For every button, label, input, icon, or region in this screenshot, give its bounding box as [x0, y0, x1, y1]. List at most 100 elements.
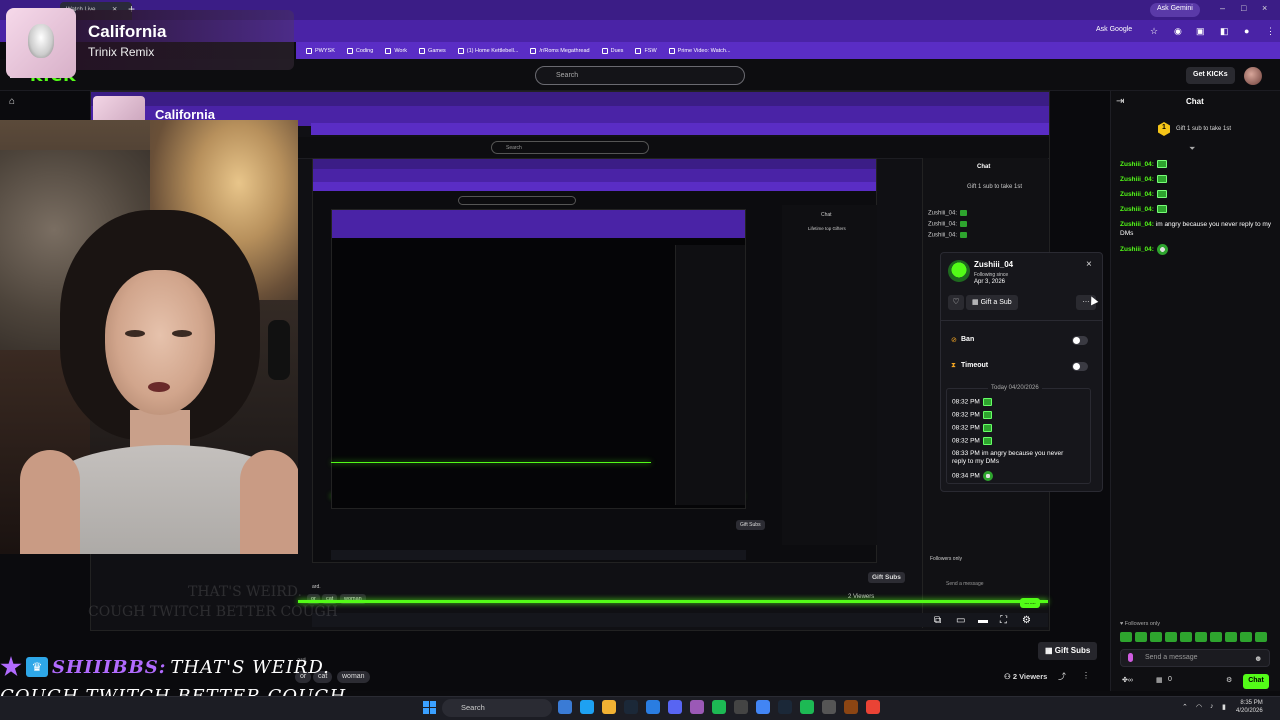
emote-icon[interactable] [1120, 632, 1132, 642]
minimize-icon[interactable]: – [1220, 3, 1225, 13]
more-icon[interactable]: ⋮ [1082, 671, 1090, 680]
bookmark[interactable]: Coding [346, 47, 373, 54]
log-entry: 08:32 PM [952, 437, 992, 445]
chat-username[interactable]: Zushiii_04: [1120, 191, 1154, 198]
emote-icon[interactable] [1150, 632, 1162, 642]
steam-icon[interactable] [778, 700, 792, 714]
taskbar-search[interactable]: Search [442, 699, 552, 717]
app-icon[interactable] [690, 700, 704, 714]
streamer-arm [240, 450, 298, 554]
profile-icon[interactable]: ● [1244, 26, 1249, 36]
chat-username[interactable]: Zushiii_04: [1120, 176, 1154, 183]
bookmark[interactable]: Dues [601, 47, 623, 54]
popup-username[interactable]: Zushiii_04 [974, 260, 1013, 269]
chat-send-button[interactable]: Chat [1243, 674, 1269, 689]
puzzle-icon[interactable]: ▣ [1196, 26, 1205, 37]
bookmark[interactable]: Prime Video: Watch... [668, 47, 731, 54]
share-icon[interactable]: ⤴ [1058, 671, 1066, 682]
chat-message-input[interactable]: Send a message [1120, 649, 1270, 667]
nested-2-taskbar [331, 550, 746, 560]
bookmark[interactable]: FSW [635, 47, 657, 54]
chevron-up-icon[interactable]: ⌃ [1182, 703, 1188, 711]
wifi-icon[interactable]: ◠ [1196, 703, 1202, 711]
app-icon[interactable] [734, 700, 748, 714]
theater-icon[interactable]: ▭ [956, 615, 965, 626]
emote-icon[interactable] [1135, 632, 1147, 642]
chrome-icon[interactable] [866, 700, 880, 714]
star-icon[interactable]: ☆ [1150, 26, 1158, 37]
emote-icon[interactable] [1195, 632, 1207, 642]
discord-icon[interactable] [668, 700, 682, 714]
points-icon[interactable]: ✤∞ [1122, 676, 1133, 684]
search-input[interactable]: Search [535, 66, 745, 85]
chat-message[interactable]: Zushiii_04: [1120, 175, 1272, 184]
pin-icon[interactable]: ⏷ [1189, 144, 1195, 154]
ban-toggle[interactable] [1072, 336, 1088, 345]
chat-message[interactable]: Zushiii_04: [1120, 244, 1272, 255]
steam-icon[interactable] [624, 700, 638, 714]
maximize-icon[interactable]: □ [1241, 3, 1246, 13]
spotify-icon[interactable] [800, 700, 814, 714]
ask-gemini-button[interactable]: Ask Gemini [1150, 3, 1200, 17]
app-icon[interactable] [844, 700, 858, 714]
sidepanel-icon[interactable]: ◧ [1220, 26, 1229, 37]
bookmark[interactable]: Work [385, 47, 407, 54]
emote-icon[interactable] [1165, 632, 1177, 642]
file-explorer-icon[interactable] [602, 700, 616, 714]
emote-icon [960, 232, 968, 238]
nested-3-header [332, 210, 745, 238]
battery-icon[interactable]: ▮ [1222, 703, 1226, 711]
gift-sub-button[interactable]: ▦ Gift a Sub [966, 295, 1018, 310]
extension-icon[interactable]: ◉ [1174, 26, 1182, 37]
bookmark[interactable]: /r/Roms Megathread [530, 47, 590, 54]
pip-icon[interactable]: ⧉ [934, 615, 941, 626]
menu-dots-icon[interactable]: ⋮ [1266, 26, 1275, 37]
settings-icon[interactable]: ⚙ [1022, 615, 1031, 626]
settings-icon[interactable]: ⚙ [1226, 676, 1232, 684]
gift-subs-button[interactable]: ▦ Gift Subs [1038, 642, 1098, 660]
emoji-icon[interactable]: ☻ [1254, 654, 1262, 663]
nested-gift-subs: Gift Subs [868, 572, 905, 583]
home-icon[interactable]: ⌂ [9, 96, 15, 107]
timeout-toggle[interactable] [1072, 362, 1088, 371]
user-avatar[interactable] [1244, 67, 1262, 85]
emote-icon[interactable] [1255, 632, 1267, 642]
nested-2-addressbar [313, 169, 876, 182]
chat-username[interactable]: Zushiii_04: [1120, 246, 1154, 253]
store-icon[interactable] [646, 700, 660, 714]
get-kicks-button[interactable]: Get KICKs [1186, 67, 1235, 84]
chat-message[interactable]: Zushiii_04: [1120, 190, 1272, 199]
emote-icon[interactable] [1210, 632, 1222, 642]
volume-icon[interactable]: ♪ [1210, 703, 1214, 710]
chat-username[interactable]: Zushiii_04: [1120, 206, 1154, 213]
chrome-icon[interactable] [756, 700, 770, 714]
emote-icon[interactable] [1180, 632, 1192, 642]
bookmark[interactable]: Games [419, 47, 446, 54]
close-icon[interactable]: × [1086, 259, 1092, 270]
emote-icon[interactable] [1240, 632, 1252, 642]
chat-message[interactable]: Zushiii_04: [1120, 205, 1272, 214]
edge-icon[interactable] [580, 700, 594, 714]
chat-username[interactable]: Zushiii_04: [1120, 161, 1154, 168]
chat-message[interactable]: Zushiii_04: [1120, 160, 1272, 169]
windows-start-icon[interactable] [423, 701, 436, 714]
close-window-icon[interactable]: × [1262, 3, 1267, 13]
spotify-icon[interactable] [712, 700, 726, 714]
collapse-chat-icon[interactable]: ⇥ [1116, 96, 1124, 107]
mini-player-icon[interactable]: ▬ [978, 615, 988, 626]
stream-tag[interactable]: woman [337, 671, 370, 683]
app-icon[interactable] [822, 700, 836, 714]
task-view-icon[interactable] [558, 700, 572, 714]
folder-icon [385, 47, 392, 54]
heart-icon[interactable]: ♡ [948, 295, 964, 310]
gift-goal-text[interactable]: Gift 1 sub to take 1st [1176, 126, 1231, 132]
bookmark[interactable]: (1) Home Kettlebell... [457, 47, 518, 54]
emote-icon[interactable] [1225, 632, 1237, 642]
fullscreen-icon[interactable]: ⛶ [1000, 615, 1007, 626]
bookmark[interactable]: PWYSK [306, 47, 335, 54]
chat-message[interactable]: Zushiii_04: im angry because you never r… [1120, 220, 1272, 238]
gift-icon[interactable]: ▦ [1156, 676, 1163, 684]
taskbar-clock[interactable]: 8:35 PM 4/20/2026 [1236, 699, 1263, 715]
ask-google-button[interactable]: Ask Google [1096, 26, 1132, 33]
chat-username[interactable]: Zushiii_04: [1120, 221, 1154, 228]
